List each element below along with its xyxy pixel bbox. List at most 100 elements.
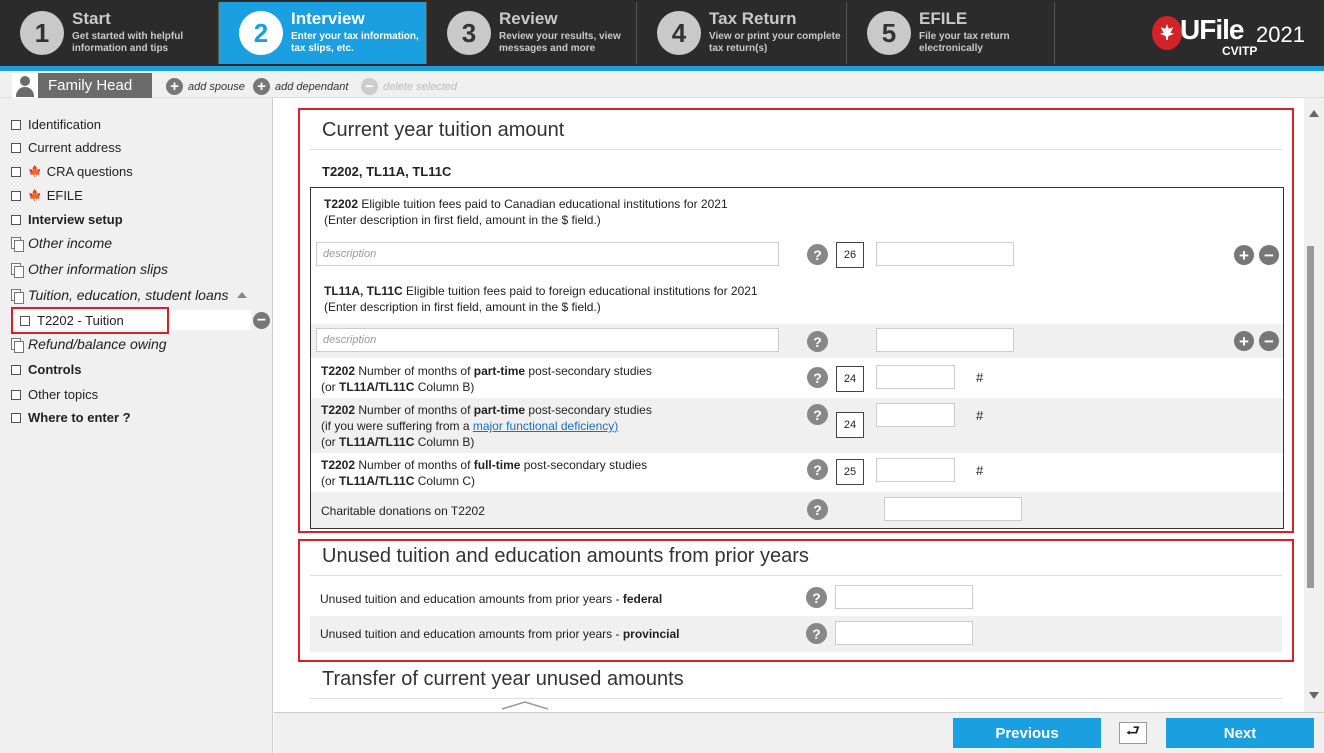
sidebar-item-other-income[interactable]: Other income	[11, 235, 112, 252]
sidebar-item-refund[interactable]: Refund/balance owing	[11, 336, 167, 353]
scroll-up-chevron-icon[interactable]	[500, 700, 550, 710]
sidebar-item-label: Controls	[28, 362, 82, 377]
part-time-months-input[interactable]	[876, 365, 955, 389]
family-head-tab[interactable]: Family Head	[12, 73, 152, 98]
full-time-months-input[interactable]	[876, 458, 955, 482]
tl11-description-input[interactable]: description	[316, 328, 779, 352]
step-efile[interactable]: 5 EFILE File your tax return electronica…	[847, 2, 1055, 64]
help-icon[interactable]: ?	[806, 623, 827, 644]
scroll-up-arrow-icon[interactable]	[1309, 110, 1319, 117]
step-number: 2	[239, 11, 283, 55]
plus-icon: +	[166, 78, 183, 95]
add-dependant-button[interactable]: + add dependant	[253, 78, 348, 95]
step-title: Interview	[291, 9, 365, 28]
sidebar-item-tuition[interactable]: Tuition, education, student loans	[11, 287, 247, 304]
provincial-label: Unused tuition and education amounts fro…	[320, 627, 680, 641]
add-row-button[interactable]: +	[1234, 245, 1254, 265]
step-interview[interactable]: 2 Interview Enter your tax information, …	[219, 2, 427, 64]
sidebar-item-label: EFILE	[46, 188, 83, 203]
hash-unit: #	[976, 463, 984, 478]
step-sub: electronically	[919, 43, 983, 54]
sidebar-item-where-to-enter[interactable]: Where to enter ?	[11, 410, 131, 425]
highlight-box	[11, 307, 169, 334]
return-button[interactable]: ⮐	[1119, 722, 1147, 744]
step-sub: tax return(s)	[709, 43, 768, 54]
vertical-scrollbar[interactable]	[1304, 98, 1324, 712]
help-icon[interactable]: ?	[807, 367, 828, 388]
t2202-description-input[interactable]: description	[316, 242, 779, 266]
part-time-deficiency-months-input[interactable]	[876, 403, 955, 427]
box-code: 26	[836, 242, 864, 268]
charitable-input[interactable]	[884, 497, 1022, 521]
major-deficiency-link[interactable]: major functional deficiency)	[473, 419, 618, 433]
previous-button[interactable]: Previous	[953, 718, 1101, 748]
logo-year: 2021	[1256, 22, 1305, 47]
step-sub: information and tips	[72, 43, 169, 54]
remove-row-button[interactable]: −	[1259, 331, 1279, 351]
sidebar-item-other-info-slips[interactable]: Other information slips	[11, 261, 169, 278]
checkbox-icon	[11, 412, 21, 423]
delete-selected-button[interactable]: − delete selected	[361, 78, 457, 95]
step-sub: View or print your complete	[709, 31, 841, 42]
step-number: 1	[20, 11, 64, 55]
sidebar-item-other-topics[interactable]: Other topics	[11, 387, 98, 402]
add-row-button[interactable]: +	[1234, 331, 1254, 351]
help-icon[interactable]: ?	[807, 331, 828, 352]
pages-icon	[11, 337, 24, 353]
sidebar-item-efile[interactable]: 🍁 EFILE	[11, 188, 83, 203]
part-time-label: T2202 Number of months of part-time post…	[321, 364, 652, 394]
provincial-unused-input[interactable]	[835, 621, 973, 645]
add-dependant-label: add dependant	[275, 80, 349, 93]
t2202-amount-input[interactable]	[876, 242, 1014, 266]
minus-icon: −	[361, 78, 378, 95]
help-icon[interactable]: ?	[806, 587, 827, 608]
remove-row-button[interactable]: −	[1259, 245, 1279, 265]
step-number: 3	[447, 11, 491, 55]
next-button[interactable]: Next	[1166, 718, 1314, 748]
tl11-amount-input[interactable]	[876, 328, 1014, 352]
ufile-logo: UFile 2021 CVITP	[1150, 10, 1320, 60]
help-icon[interactable]: ?	[807, 499, 828, 520]
step-tax-return[interactable]: 4 Tax Return View or print your complete…	[637, 2, 847, 64]
bottom-nav-bar: Previous ⮐ Next	[274, 712, 1324, 753]
collapse-caret-icon[interactable]	[236, 292, 247, 298]
person-bar: Family Head + add spouse + add dependant…	[0, 71, 1324, 98]
sidebar-item-label: Other information slips	[28, 261, 169, 277]
scroll-thumb[interactable]	[1307, 246, 1314, 588]
checkbox-icon	[11, 364, 21, 375]
step-sub: Review your results, view	[499, 31, 621, 42]
step-title: EFILE	[919, 9, 968, 28]
add-spouse-button[interactable]: + add spouse	[166, 78, 245, 95]
remove-item-button[interactable]: −	[253, 312, 270, 329]
pages-icon	[11, 262, 24, 278]
t2202-desc: T2202 Eligible tuition fees paid to Cana…	[324, 197, 728, 227]
pages-icon	[11, 236, 24, 252]
federal-label: Unused tuition and education amounts fro…	[320, 592, 663, 606]
tl11-desc: TL11A, TL11C Eligible tuition fees paid …	[324, 284, 758, 314]
maple-leaf-icon	[1152, 16, 1182, 50]
pages-icon	[11, 288, 24, 304]
scroll-down-arrow-icon[interactable]	[1309, 692, 1319, 699]
section-title: Current year tuition amount	[322, 119, 565, 141]
checkbox-icon	[11, 119, 21, 130]
sidebar-item-label: CRA questions	[46, 164, 133, 179]
help-icon[interactable]: ?	[807, 404, 828, 425]
section-title: Unused tuition and education amounts fro…	[322, 545, 809, 567]
sidebar-item-label: Identification	[28, 117, 101, 132]
sidebar-item-current-address[interactable]: Current address	[11, 140, 121, 155]
help-icon[interactable]: ?	[807, 244, 828, 265]
step-review[interactable]: 3 Review Review your results, view messa…	[427, 2, 637, 64]
logo-brand: UFile	[1180, 14, 1244, 45]
help-icon[interactable]: ?	[807, 459, 828, 480]
sidebar-item-interview-setup[interactable]: Interview setup	[11, 212, 123, 227]
sidebar-item-controls[interactable]: Controls	[11, 362, 81, 377]
divider	[310, 149, 1282, 150]
divider	[310, 575, 1282, 576]
add-spouse-label: add spouse	[188, 80, 245, 93]
checkbox-icon	[11, 142, 21, 153]
federal-unused-input[interactable]	[835, 585, 973, 609]
sidebar-item-cra-questions[interactable]: 🍁 CRA questions	[11, 164, 133, 179]
part-time-deficiency-label: T2202 Number of months of part-time post…	[321, 403, 652, 449]
step-start[interactable]: 1 Start Get started with helpful informa…	[0, 2, 219, 64]
sidebar-item-identification[interactable]: Identification	[11, 117, 101, 132]
